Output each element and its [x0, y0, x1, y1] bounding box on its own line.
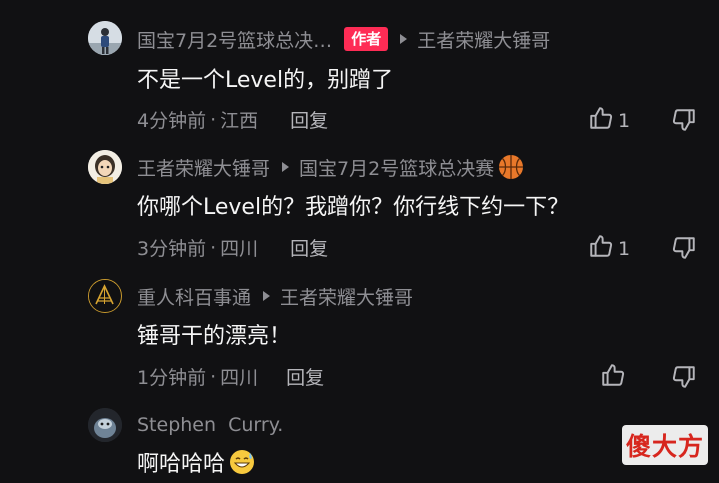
reply-button[interactable]: 回复 [290, 106, 328, 133]
comment-text: 你哪个Level的？我蹭你？你行线下约一下？ [137, 195, 570, 220]
comment-meta: 3分钟前 · 四川 回复 [137, 234, 328, 261]
reply-to-username[interactable]: 国宝7月2号篮球总决赛 [299, 154, 494, 181]
comment-header: Stephen Curry. [137, 410, 283, 440]
comment-text: 啊哈哈哈 [137, 446, 255, 478]
reply-button[interactable]: 回复 [286, 363, 324, 390]
reply-to-username[interactable]: 王者荣耀大锤哥 [417, 26, 550, 53]
comment-header: 重人科百事通 王者荣耀大锤哥 [137, 281, 413, 311]
comment-text: 锤哥干的漂亮！ [137, 324, 292, 349]
comment-meta: 4分钟前 · 江西 回复 [137, 106, 328, 133]
reply-arrow-icon [263, 291, 271, 301]
like-button[interactable]: 1 [588, 105, 630, 136]
thumbs-up-icon [588, 233, 614, 264]
comment-header: 王者荣耀大锤哥 国宝7月2号篮球总决赛 [137, 152, 524, 182]
location: 江西 [220, 110, 259, 132]
thumbs-down-icon [671, 366, 697, 394]
comment-text: 不是一个Level的，别蹭了 [137, 68, 394, 93]
meta-separator: · [210, 108, 217, 131]
grinning-sweat-emoji-icon [229, 449, 255, 475]
comment-meta: 1分钟前 · 四川 回复 [137, 363, 324, 390]
meta-separator: · [210, 236, 217, 259]
avatar[interactable] [88, 21, 122, 55]
reply-to-username[interactable]: 王者荣耀大锤哥 [280, 283, 413, 310]
dislike-button[interactable] [671, 107, 697, 137]
thumbs-down-icon [671, 109, 697, 137]
timestamp: 3分钟前 [137, 238, 207, 260]
username[interactable]: 王者荣耀大锤哥 [137, 154, 270, 181]
dislike-button[interactable] [671, 364, 697, 394]
reply-arrow-icon [282, 162, 290, 172]
like-button[interactable]: 1 [588, 233, 630, 264]
username[interactable]: 重人科百事通 [137, 283, 251, 310]
comment-text-content: 啊哈哈哈 [137, 452, 226, 477]
timestamp: 1分钟前 [137, 367, 207, 389]
username[interactable]: Stephen Curry. [137, 414, 283, 436]
comment-header: 国宝7月2号篮球总决… 作者 王者荣耀大锤哥 [137, 24, 550, 54]
location: 四川 [220, 367, 259, 389]
reply-button[interactable]: 回复 [290, 234, 328, 261]
thumbs-up-icon [588, 105, 614, 136]
avatar[interactable] [88, 279, 122, 313]
location: 四川 [220, 238, 259, 260]
thumbs-down-icon [671, 237, 697, 265]
meta-separator: · [210, 365, 217, 388]
watermark-logo: 傻大方 [622, 425, 708, 465]
basketball-emoji-icon [498, 154, 524, 180]
like-count: 1 [618, 109, 631, 132]
like-count: 1 [618, 237, 631, 260]
username[interactable]: 国宝7月2号篮球总决… [137, 26, 332, 53]
reply-arrow-icon [400, 34, 408, 44]
author-badge: 作者 [344, 27, 389, 51]
timestamp: 4分钟前 [137, 110, 207, 132]
like-button[interactable] [600, 362, 626, 393]
thumbs-up-icon [600, 362, 626, 393]
avatar[interactable] [88, 408, 122, 442]
avatar[interactable] [88, 150, 122, 184]
dislike-button[interactable] [671, 235, 697, 265]
